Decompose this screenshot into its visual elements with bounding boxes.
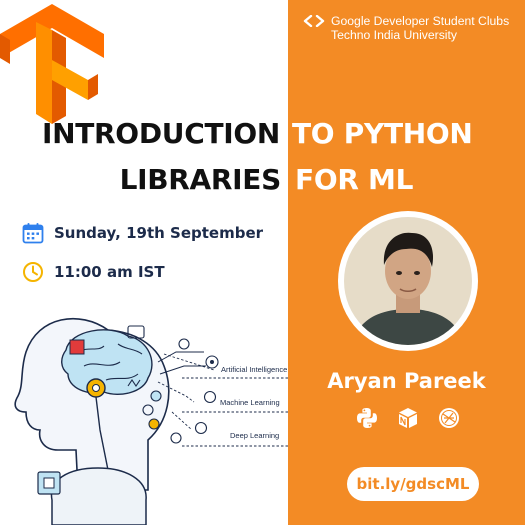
event-poster: Google Developer Student Clubs Techno In… [0, 0, 525, 525]
title-line-1-dark: INTRODUCTION [42, 117, 280, 150]
event-time: 11:00 am IST [54, 263, 165, 281]
clock-icon [23, 262, 43, 282]
org-name: Google Developer Student Clubs [331, 14, 510, 28]
title-line-1-light: TO PYTHON [292, 117, 473, 150]
tensorflow-logo [0, 4, 104, 124]
gdsc-brackets-icon [303, 15, 325, 27]
label-ai: Artificial Intelligence [221, 365, 287, 374]
speaker-tools [355, 406, 478, 430]
ai-head-illustration: Artificial Intelligence Machine Learning… [14, 317, 290, 525]
label-ml: Machine Learning [220, 398, 280, 407]
event-time-row: 11:00 am IST [22, 261, 165, 283]
event-date-row: Sunday, 19th September [22, 222, 263, 244]
speaker-portrait [344, 217, 472, 345]
title-line-2-dark: LIBRARIES [119, 163, 282, 196]
registration-link-text: bit.ly/gdscML [356, 475, 470, 493]
scikit-learn-icon [439, 408, 459, 428]
title-line-2-light: FOR ML [295, 163, 414, 196]
registration-link[interactable]: bit.ly/gdscML [347, 467, 479, 501]
label-dl: Deep Learning [230, 431, 279, 440]
org-subtitle: Techno India University [331, 28, 457, 42]
numpy-icon [399, 408, 417, 428]
python-icon [357, 408, 377, 428]
calendar-icon [22, 223, 44, 244]
event-date: Sunday, 19th September [54, 224, 264, 242]
speaker-photo [338, 211, 478, 351]
gdsc-branding: Google Developer Student Clubs Techno In… [303, 14, 518, 42]
speaker-name: Aryan Pareek [327, 369, 486, 393]
